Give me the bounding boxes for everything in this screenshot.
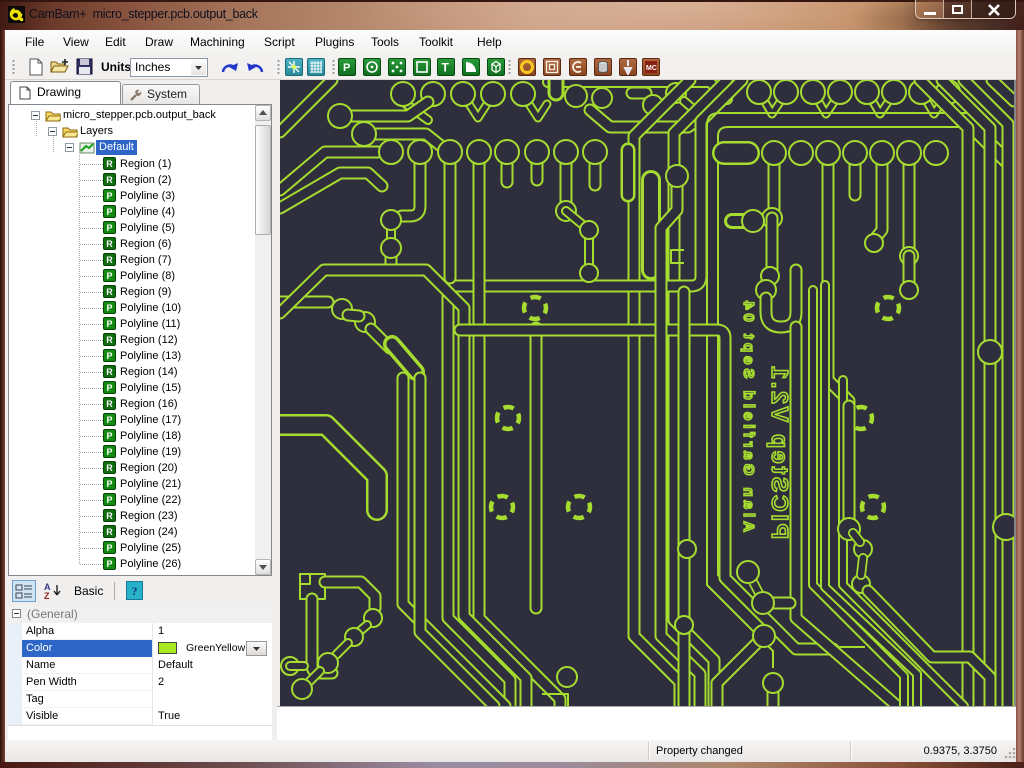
svg-text:MC: MC <box>646 65 657 72</box>
svg-text:T: T <box>442 61 450 75</box>
svg-text:PICStep V2.1: PICStep V2.1 <box>767 364 793 540</box>
svg-text:P: P <box>343 62 350 74</box>
svg-text:Alan Garfield Sept 04: Alan Garfield Sept 04 <box>740 297 757 532</box>
svg-text:Z: Z <box>44 591 50 601</box>
